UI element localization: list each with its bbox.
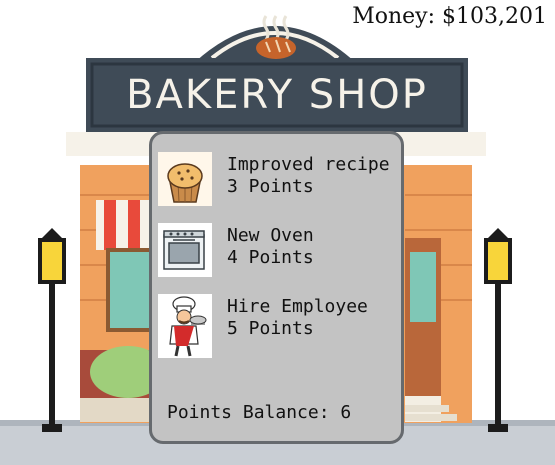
chef-icon (158, 294, 212, 358)
points-balance: Points Balance: 6 (167, 402, 352, 423)
upgrade-improved-recipe[interactable]: Improved recipe 3 Points (158, 152, 403, 212)
upgrade-cost: 5 Points (227, 318, 314, 339)
money-display: Money: $103,201 (352, 4, 547, 29)
shop-sign-title: BAKERY SHOP (126, 72, 428, 118)
upgrade-name: New Oven (227, 225, 314, 246)
upgrade-name: Improved recipe (227, 154, 390, 175)
upgrade-cost: 4 Points (227, 247, 314, 268)
upgrade-hire-employee[interactable]: Hire Employee 5 Points (158, 294, 403, 358)
upgrade-name: Hire Employee (227, 296, 368, 317)
upgrade-cost: 3 Points (227, 176, 314, 197)
oven-icon (158, 223, 212, 277)
upgrade-new-oven[interactable]: New Oven 4 Points (158, 223, 403, 283)
muffin-icon (158, 152, 212, 206)
upgrade-panel: Improved recipe 3 Points New Oven 4 Poin… (149, 131, 404, 444)
